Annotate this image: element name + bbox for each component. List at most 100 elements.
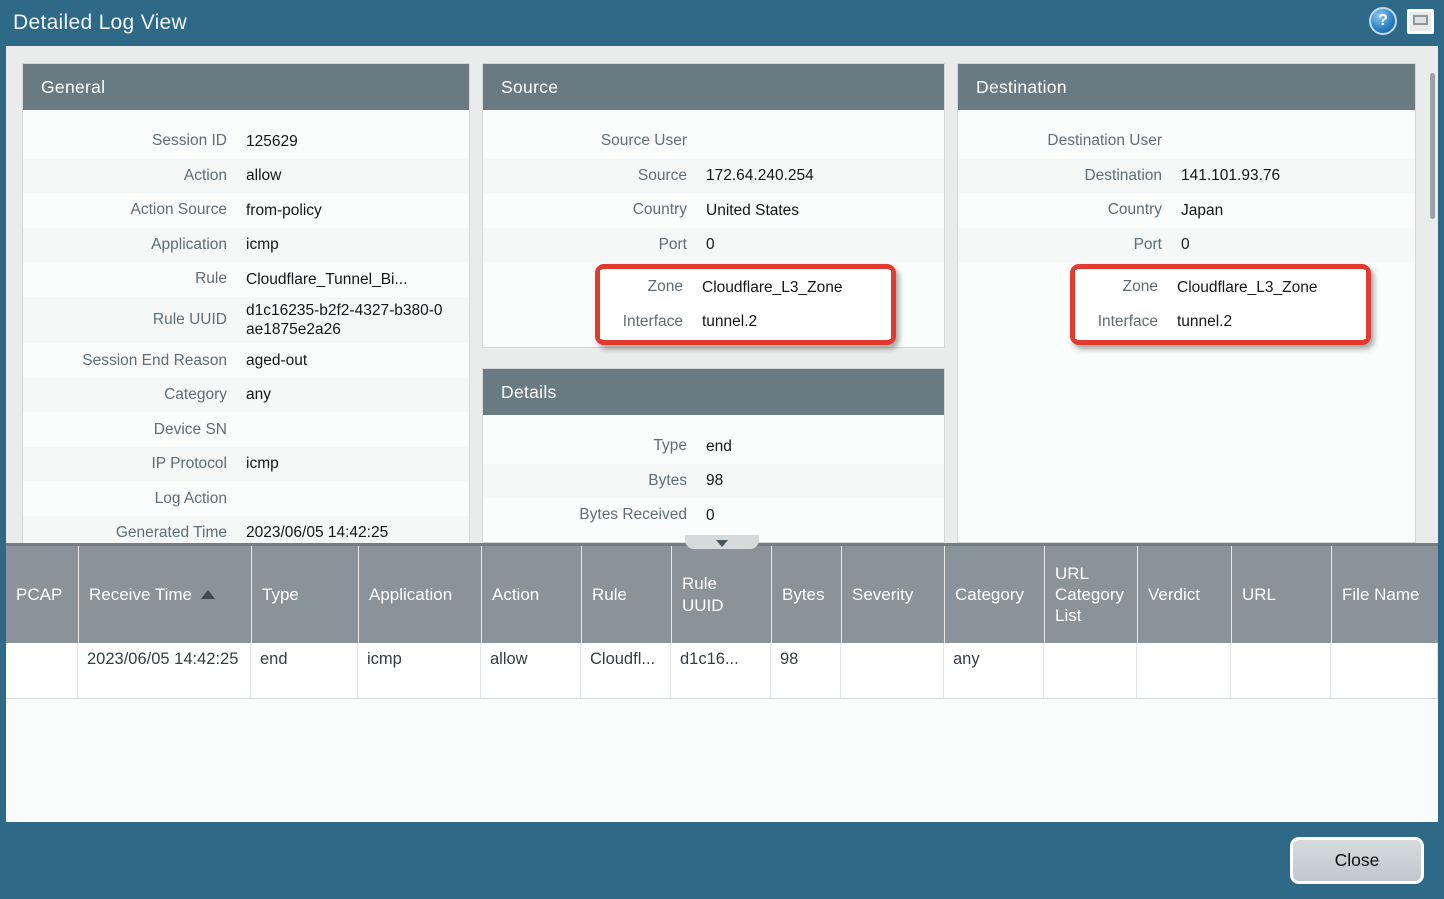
cell-category: any — [944, 643, 1044, 698]
field-value: 0 — [706, 231, 715, 258]
column-header-url-category-list[interactable]: URL Category List — [1044, 546, 1137, 643]
row-action-source: Action Source from-policy — [23, 193, 469, 228]
row-destination-country: CountryJapan — [958, 193, 1415, 228]
field-value: tunnel.2 — [702, 308, 757, 335]
field-label: Destination User — [958, 132, 1162, 150]
cell-bytes: 98 — [771, 643, 841, 698]
field-label: Interface — [1075, 313, 1158, 331]
row-source-interface: Interfacetunnel.2 — [600, 305, 891, 340]
column-header-rule[interactable]: Rule — [581, 546, 671, 643]
column-header-type[interactable]: Type — [251, 546, 358, 643]
panel-general: General Session ID125629 Actionallow Act… — [22, 63, 470, 543]
row-session-id: Session ID125629 — [23, 124, 469, 159]
vertical-scrollbar-thumb[interactable] — [1430, 73, 1435, 219]
column-header-label: Bytes — [782, 584, 825, 605]
field-label: Session End Reason — [23, 352, 227, 370]
column-header-bytes[interactable]: Bytes — [771, 546, 841, 643]
panel-details: Details Typeend Bytes98 Bytes Received0 — [482, 368, 945, 543]
popout-window-icon-inner — [1413, 15, 1428, 25]
field-label: Category — [23, 386, 227, 404]
row-destination-interface: Interface tunnel.2 — [1075, 305, 1366, 340]
column-header-label: Rule — [592, 584, 627, 605]
dialog-footer: Close — [0, 822, 1444, 899]
column-header-pcap[interactable]: PCAP — [6, 546, 78, 643]
column-header-receive-time[interactable]: Receive Time — [78, 546, 251, 643]
page-title: Detailed Log View — [0, 11, 187, 35]
column-header-rule-uuid[interactable]: Rule UUID — [671, 546, 771, 643]
row-destination-port: Port0 — [958, 228, 1415, 263]
field-label: Session ID — [23, 132, 227, 150]
row-bytes: Bytes98 — [483, 464, 944, 499]
field-value: 0 — [1181, 231, 1190, 258]
column-header-label: PCAP — [16, 584, 62, 605]
column-header-label: Receive Time — [89, 584, 192, 605]
log-detail-area: General Session ID125629 Actionallow Act… — [6, 46, 1438, 543]
table-row[interactable]: 2023/06/05 14:42:25 end icmp allow Cloud… — [6, 643, 1438, 699]
panel-destination-header: Destination — [958, 64, 1415, 110]
column-header-file-name[interactable]: File Name — [1331, 546, 1438, 643]
help-icon[interactable]: ? — [1369, 7, 1397, 35]
field-label: Zone — [600, 278, 683, 296]
field-value: allow — [246, 162, 281, 189]
cell-file-name — [1331, 643, 1438, 698]
field-label: Source — [483, 167, 687, 185]
column-header-label: Verdict — [1148, 584, 1200, 605]
field-label: IP Protocol — [23, 455, 227, 473]
field-label: Destination — [958, 167, 1162, 185]
row-destination-user: Destination User — [958, 124, 1415, 159]
field-label: Action — [23, 167, 227, 185]
field-value: 2023/06/05 14:42:25 — [246, 519, 388, 543]
log-table-section: PCAP Receive Time Type Application Actio… — [6, 543, 1438, 822]
cell-rule: Cloudfl... — [581, 643, 671, 698]
field-label: Type — [483, 437, 687, 455]
cell-verdict — [1137, 643, 1231, 698]
panel-source: Source Source User Source172.64.240.254 … — [482, 63, 945, 348]
field-value: tunnel.2 — [1177, 308, 1232, 335]
row-session-end-reason: Session End Reason aged-out — [23, 343, 469, 378]
cell-rule-uuid: d1c16... — [671, 643, 771, 698]
popout-window-icon[interactable] — [1407, 9, 1434, 34]
field-label: Application — [23, 236, 227, 254]
cell-pcap — [6, 643, 78, 698]
panel-details-body: Typeend Bytes98 Bytes Received0 — [483, 415, 944, 533]
column-header-label: Severity — [852, 584, 913, 605]
field-label: Action Source — [23, 201, 227, 219]
close-button[interactable]: Close — [1290, 837, 1424, 884]
row-source-port: Port 0 — [483, 228, 944, 263]
field-value: end — [706, 433, 732, 460]
column-header-action[interactable]: Action — [481, 546, 581, 643]
column-header-url[interactable]: URL — [1231, 546, 1331, 643]
row-device-sn: Device SN — [23, 412, 469, 447]
cell-severity — [841, 643, 944, 698]
field-label: Country — [958, 201, 1162, 219]
column-header-label: URL Category List — [1055, 563, 1127, 627]
splitter-handle[interactable] — [685, 535, 759, 549]
column-header-application[interactable]: Application — [358, 546, 481, 643]
column-header-category[interactable]: Category — [944, 546, 1044, 643]
panel-destination-body: Destination User Destination141.101.93.7… — [958, 110, 1415, 345]
row-application: Application icmp — [23, 228, 469, 263]
row-source-zone: ZoneCloudflare_L3_Zone — [600, 270, 891, 305]
field-value: d1c16235-b2f2-4327-b380-0ae1875e2a26 — [246, 297, 444, 344]
field-value: 0 — [706, 502, 715, 529]
column-header-label: Rule UUID — [682, 573, 761, 616]
row-source: Source 172.64.240.254 — [483, 159, 944, 194]
sort-ascending-icon — [201, 590, 215, 599]
field-value: from-policy — [246, 197, 322, 224]
field-label: Rule — [23, 270, 227, 288]
column-header-severity[interactable]: Severity — [841, 546, 944, 643]
row-action: Action allow — [23, 159, 469, 194]
column-header-label: Type — [262, 584, 299, 605]
field-value: aged-out — [246, 347, 307, 374]
field-value: 172.64.240.254 — [706, 162, 814, 189]
column-header-label: File Name — [1342, 584, 1419, 605]
field-value: 98 — [706, 467, 723, 494]
cell-application: icmp — [358, 643, 481, 698]
field-label: Device SN — [23, 421, 227, 439]
field-value: icmp — [246, 231, 279, 258]
cell-receive-time: 2023/06/05 14:42:25 — [78, 643, 251, 698]
row-source-user: Source User — [483, 124, 944, 159]
column-header-verdict[interactable]: Verdict — [1137, 546, 1231, 643]
field-label: Generated Time — [23, 524, 227, 542]
field-label: Port — [483, 236, 687, 254]
